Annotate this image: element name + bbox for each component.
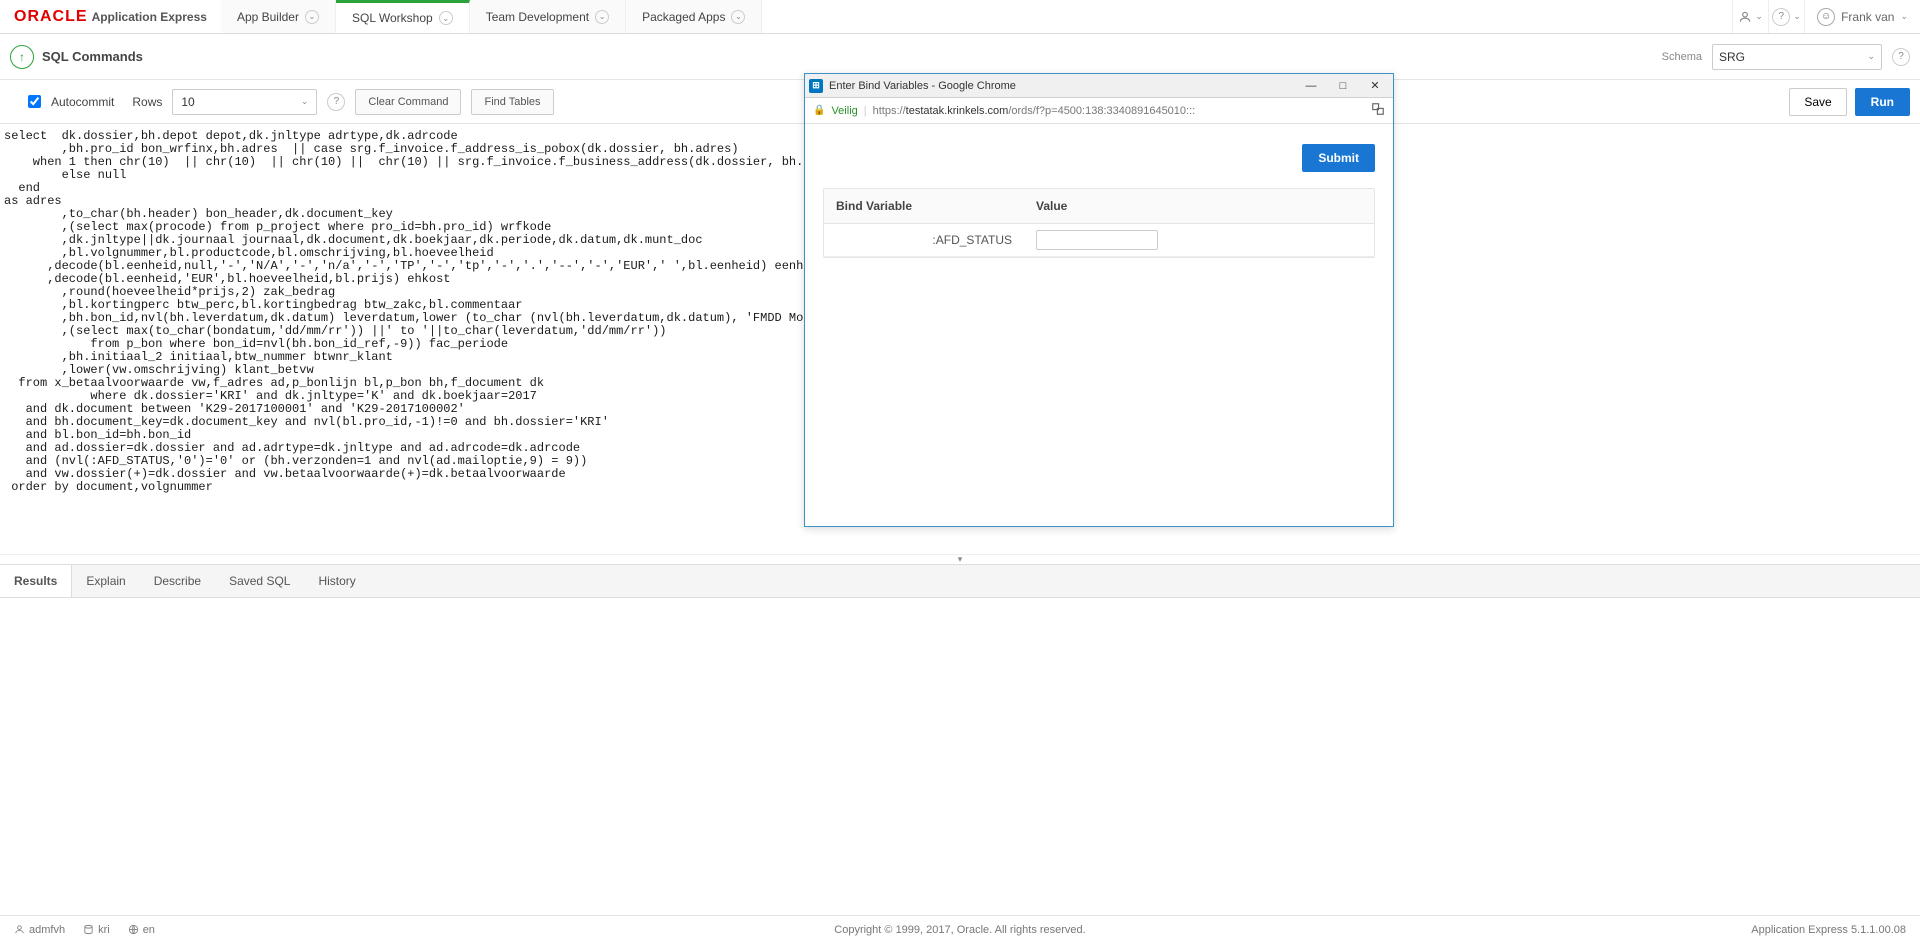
- tab-explain[interactable]: Explain: [72, 565, 139, 597]
- bind-row: :AFD_STATUS: [824, 224, 1374, 257]
- splitter-handle[interactable]: ▾: [0, 554, 1920, 564]
- find-tables-button[interactable]: Find Tables: [471, 89, 553, 115]
- help-icon[interactable]: ?: [1892, 48, 1910, 66]
- run-button[interactable]: Run: [1855, 88, 1910, 116]
- col-value: Value: [1024, 189, 1374, 223]
- footer-workspace[interactable]: kri: [83, 924, 110, 936]
- translate-icon[interactable]: [1371, 102, 1385, 119]
- footer-workspace-label: kri: [98, 924, 110, 936]
- chevron-down-icon: ⌄: [1867, 51, 1875, 62]
- autocommit-label: Autocommit: [51, 95, 114, 109]
- upload-icon[interactable]: ↑: [10, 45, 34, 69]
- sub-header-right: Schema SRG ⌄ ?: [1662, 44, 1910, 70]
- clear-command-button[interactable]: Clear Command: [355, 89, 461, 115]
- popup-address-bar: 🔒 Veilig | https://testatak.krinkels.com…: [805, 98, 1393, 124]
- footer-lang-label: en: [143, 924, 155, 936]
- user-name: Frank van: [1841, 10, 1894, 24]
- col-bind-variable: Bind Variable: [824, 189, 1024, 223]
- help-icon[interactable]: ?: [327, 93, 345, 111]
- tab-results[interactable]: Results: [0, 565, 72, 597]
- secure-label: Veilig: [831, 105, 857, 117]
- avatar-icon: ☺: [1817, 8, 1835, 26]
- autocommit-checkbox[interactable]: [28, 95, 41, 108]
- chevron-down-icon[interactable]: ⌄: [305, 10, 319, 24]
- bind-table-header: Bind Variable Value: [824, 189, 1374, 224]
- chrome-favicon: ⊞: [809, 79, 823, 93]
- rows-select[interactable]: 10 ⌄: [172, 89, 317, 115]
- bind-value-cell: [1024, 224, 1374, 256]
- bind-variables-popup: ⊞ Enter Bind Variables - Google Chrome —…: [804, 73, 1394, 527]
- footer-user[interactable]: admfvh: [14, 924, 65, 936]
- rows-label: Rows: [132, 95, 162, 109]
- top-nav-tabs: App Builder ⌄ SQL Workshop ⌄ Team Develo…: [221, 0, 763, 33]
- tab-app-builder[interactable]: App Builder ⌄: [221, 0, 336, 33]
- tab-label: App Builder: [237, 10, 299, 24]
- tab-label: SQL Workshop: [352, 11, 433, 25]
- schema-select[interactable]: SRG ⌄: [1712, 44, 1882, 70]
- tab-packaged-apps[interactable]: Packaged Apps ⌄: [626, 0, 762, 33]
- tab-history[interactable]: History: [304, 565, 369, 597]
- result-tabs: Results Explain Describe Saved SQL Histo…: [0, 564, 1920, 598]
- chevron-down-icon[interactable]: ⌄: [731, 10, 745, 24]
- page-title: SQL Commands: [42, 49, 143, 64]
- maximize-button[interactable]: □: [1329, 78, 1357, 94]
- bind-table: Bind Variable Value :AFD_STATUS: [823, 188, 1375, 258]
- toolbar-right: Save Run: [1789, 88, 1910, 116]
- popup-body: Submit Bind Variable Value :AFD_STATUS: [805, 124, 1393, 258]
- schema-label: Schema: [1662, 51, 1702, 63]
- tab-team-development[interactable]: Team Development ⌄: [470, 0, 626, 33]
- rows-value: 10: [181, 95, 194, 109]
- chevron-down-icon: ⌄: [301, 96, 309, 107]
- submit-button[interactable]: Submit: [1302, 144, 1375, 172]
- tab-sql-workshop[interactable]: SQL Workshop ⌄: [336, 0, 470, 33]
- admin-icon[interactable]: ⌄: [1732, 0, 1768, 33]
- help-icon[interactable]: ? ⌄: [1768, 0, 1804, 33]
- tab-label: Team Development: [486, 10, 589, 24]
- top-nav: ORACLE Application Express App Builder ⌄…: [0, 0, 1920, 34]
- top-nav-right: ⌄ ? ⌄ ☺ Frank van ⌄: [1732, 0, 1920, 33]
- tab-label: Packaged Apps: [642, 10, 725, 24]
- bind-value-input[interactable]: [1036, 230, 1158, 250]
- close-button[interactable]: ✕: [1361, 78, 1389, 94]
- submit-row: Submit: [823, 144, 1375, 172]
- apex-wordmark: Application Express: [92, 10, 207, 24]
- footer: admfvh kri en Copyright © 1999, 2017, Or…: [0, 915, 1920, 943]
- popup-title: Enter Bind Variables - Google Chrome: [829, 80, 1293, 92]
- tab-describe[interactable]: Describe: [140, 565, 215, 597]
- footer-user-label: admfvh: [29, 924, 65, 936]
- oracle-wordmark: ORACLE: [14, 8, 88, 26]
- chevron-down-icon[interactable]: ⌄: [595, 10, 609, 24]
- footer-copyright: Copyright © 1999, 2017, Oracle. All righ…: [834, 924, 1085, 936]
- popup-url[interactable]: https://testatak.krinkels.com/ords/f?p=4…: [873, 105, 1196, 117]
- brand-logo: ORACLE Application Express: [0, 8, 221, 26]
- chevron-down-icon: ⌄: [1900, 11, 1908, 22]
- address-separator: |: [864, 105, 867, 117]
- popup-titlebar[interactable]: ⊞ Enter Bind Variables - Google Chrome —…: [805, 74, 1393, 98]
- user-menu[interactable]: ☺ Frank van ⌄: [1804, 0, 1920, 33]
- chevron-down-icon[interactable]: ⌄: [439, 11, 453, 25]
- footer-lang[interactable]: en: [128, 924, 155, 936]
- tab-saved-sql[interactable]: Saved SQL: [215, 565, 304, 597]
- footer-version: Application Express 5.1.1.00.08: [1751, 924, 1906, 936]
- minimize-button[interactable]: —: [1297, 78, 1325, 94]
- schema-value: SRG: [1719, 50, 1745, 64]
- lock-icon: 🔒: [813, 105, 825, 116]
- bind-name: :AFD_STATUS: [824, 225, 1024, 255]
- save-button[interactable]: Save: [1789, 88, 1846, 116]
